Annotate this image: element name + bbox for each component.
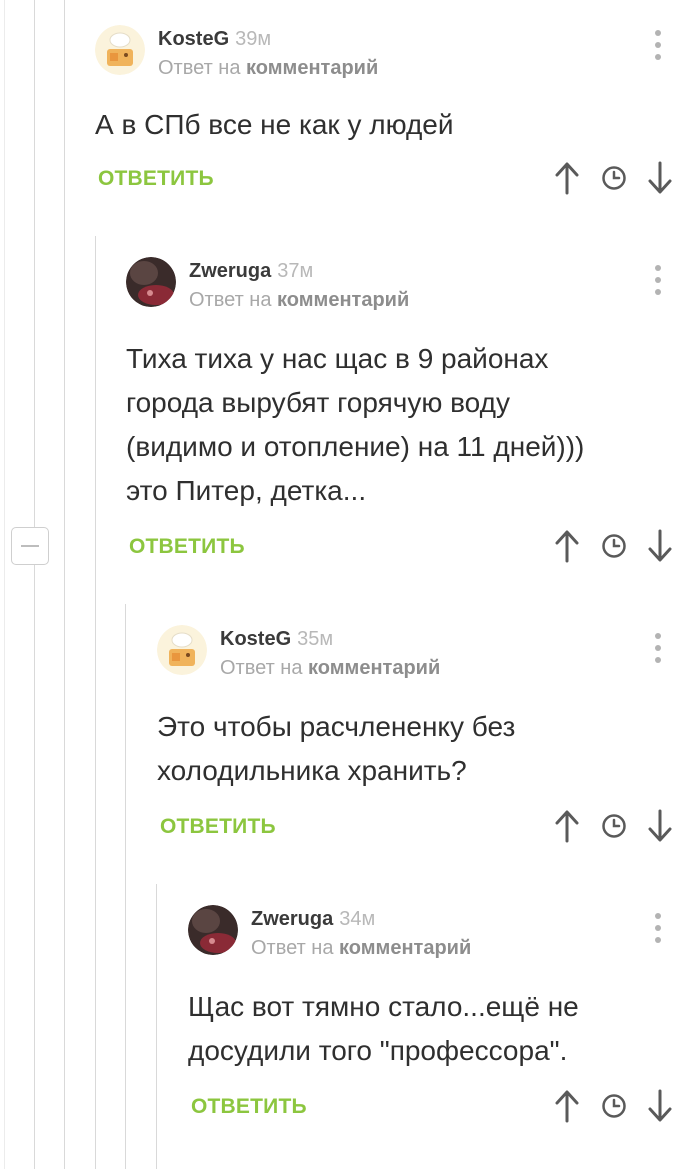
comment: KosteG 39м Ответ на комментарий А в СПб в… [95, 25, 695, 205]
reply-to-line: Ответ на комментарий [220, 657, 440, 680]
thread-line-level-1[interactable] [34, 0, 35, 1169]
reply-to-line: Ответ на комментарий [158, 57, 378, 80]
comment-time: 35м [297, 628, 334, 650]
thread-line-level-3[interactable] [95, 236, 96, 1169]
avatar[interactable] [95, 25, 145, 75]
comment-text-line: Щас вот тямно стало...ещё не [188, 991, 579, 1022]
reply-to-link[interactable]: комментарий [339, 937, 471, 959]
thread-line-level-5[interactable] [156, 884, 157, 1169]
clock-icon[interactable] [601, 1093, 627, 1119]
arrow-down-icon[interactable] [646, 161, 674, 195]
arrow-up-icon[interactable] [553, 809, 581, 843]
clock-icon[interactable] [601, 165, 627, 191]
arrow-down-icon[interactable] [646, 809, 674, 843]
arrow-down-icon[interactable] [646, 529, 674, 563]
chef-avatar-icon [157, 625, 207, 675]
avatar[interactable] [126, 257, 176, 307]
reply-to-link[interactable]: комментарий [308, 657, 440, 679]
arrow-up-icon[interactable] [553, 1089, 581, 1123]
comment-author[interactable]: Zweruga 34м [251, 908, 375, 931]
chef-avatar-icon [95, 25, 145, 75]
author-name[interactable]: KosteG [220, 628, 291, 650]
reply-to-line: Ответ на комментарий [251, 937, 471, 960]
collapse-thread-button[interactable] [11, 527, 49, 565]
comment-text: Это чтобы расчлененку без холодильника х… [157, 705, 515, 793]
comment-author[interactable]: KosteG 35м [220, 628, 333, 651]
comment-author[interactable]: KosteG 39м [158, 28, 271, 51]
comment-text-line: Тиха тиха у нас щас в 9 районах [126, 343, 549, 374]
comment-text: Щас вот тямно стало...ещё не досудили то… [188, 985, 579, 1073]
comment: Zweruga 37м Ответ на комментарий Тиха тих… [126, 257, 696, 577]
more-vertical-icon[interactable] [654, 30, 662, 62]
arrow-up-icon[interactable] [553, 161, 581, 195]
comment: Zweruga 34м Ответ на комментарий Щас вот … [188, 905, 698, 1135]
reply-to-link[interactable]: комментарий [246, 57, 378, 79]
clock-icon[interactable] [601, 533, 627, 559]
comment-text-line: (видимо и отопление) на 11 дней))) [126, 431, 585, 462]
comment: KosteG 35м Ответ на комментарий Это чтобы… [157, 625, 697, 855]
reply-to-link[interactable]: комментарий [277, 289, 409, 311]
comment-time: 34м [339, 908, 376, 930]
comment-text-line: Это чтобы расчлененку без [157, 711, 516, 742]
author-name[interactable]: Zweruga [189, 260, 271, 282]
avatar[interactable] [157, 625, 207, 675]
arrow-up-icon[interactable] [553, 529, 581, 563]
thread-line-level-4[interactable] [125, 604, 126, 1169]
author-name[interactable]: Zweruga [251, 908, 333, 930]
comment-text-line: холодильника хранить? [157, 755, 467, 786]
more-vertical-icon[interactable] [654, 265, 662, 297]
comment-text-line: это Питер, детка... [126, 475, 367, 506]
reply-button[interactable]: ОТВЕТИТЬ [98, 167, 214, 191]
more-vertical-icon[interactable] [654, 633, 662, 665]
reply-to-line: Ответ на комментарий [189, 289, 409, 312]
comment-time: 39м [235, 28, 272, 50]
more-vertical-icon[interactable] [654, 913, 662, 945]
reply-to-prefix: Ответ на [251, 937, 334, 959]
reply-to-prefix: Ответ на [189, 289, 272, 311]
comment-text-line: А в СПб все не как у людей [95, 109, 454, 140]
reply-button[interactable]: ОТВЕТИТЬ [160, 815, 276, 839]
author-name[interactable]: KosteG [158, 28, 229, 50]
reply-button[interactable]: ОТВЕТИТЬ [191, 1095, 307, 1119]
thread-line-root [4, 0, 5, 1169]
thread-line-level-2[interactable] [64, 0, 65, 1169]
comment-text-line: досудили того "профессора". [188, 1035, 568, 1066]
photo-avatar-icon [126, 257, 176, 307]
avatar[interactable] [188, 905, 238, 955]
comment-time: 37м [277, 260, 314, 282]
clock-icon[interactable] [601, 813, 627, 839]
photo-avatar-icon [188, 905, 238, 955]
comment-author[interactable]: Zweruga 37м [189, 260, 313, 283]
reply-to-prefix: Ответ на [220, 657, 303, 679]
comment-text: Тиха тиха у нас щас в 9 районах города в… [126, 337, 584, 513]
reply-button[interactable]: ОТВЕТИТЬ [129, 535, 245, 559]
arrow-down-icon[interactable] [646, 1089, 674, 1123]
comment-text: А в СПб все не как у людей [95, 103, 454, 147]
reply-to-prefix: Ответ на [158, 57, 241, 79]
comment-text-line: города вырубят горячую воду [126, 387, 510, 418]
